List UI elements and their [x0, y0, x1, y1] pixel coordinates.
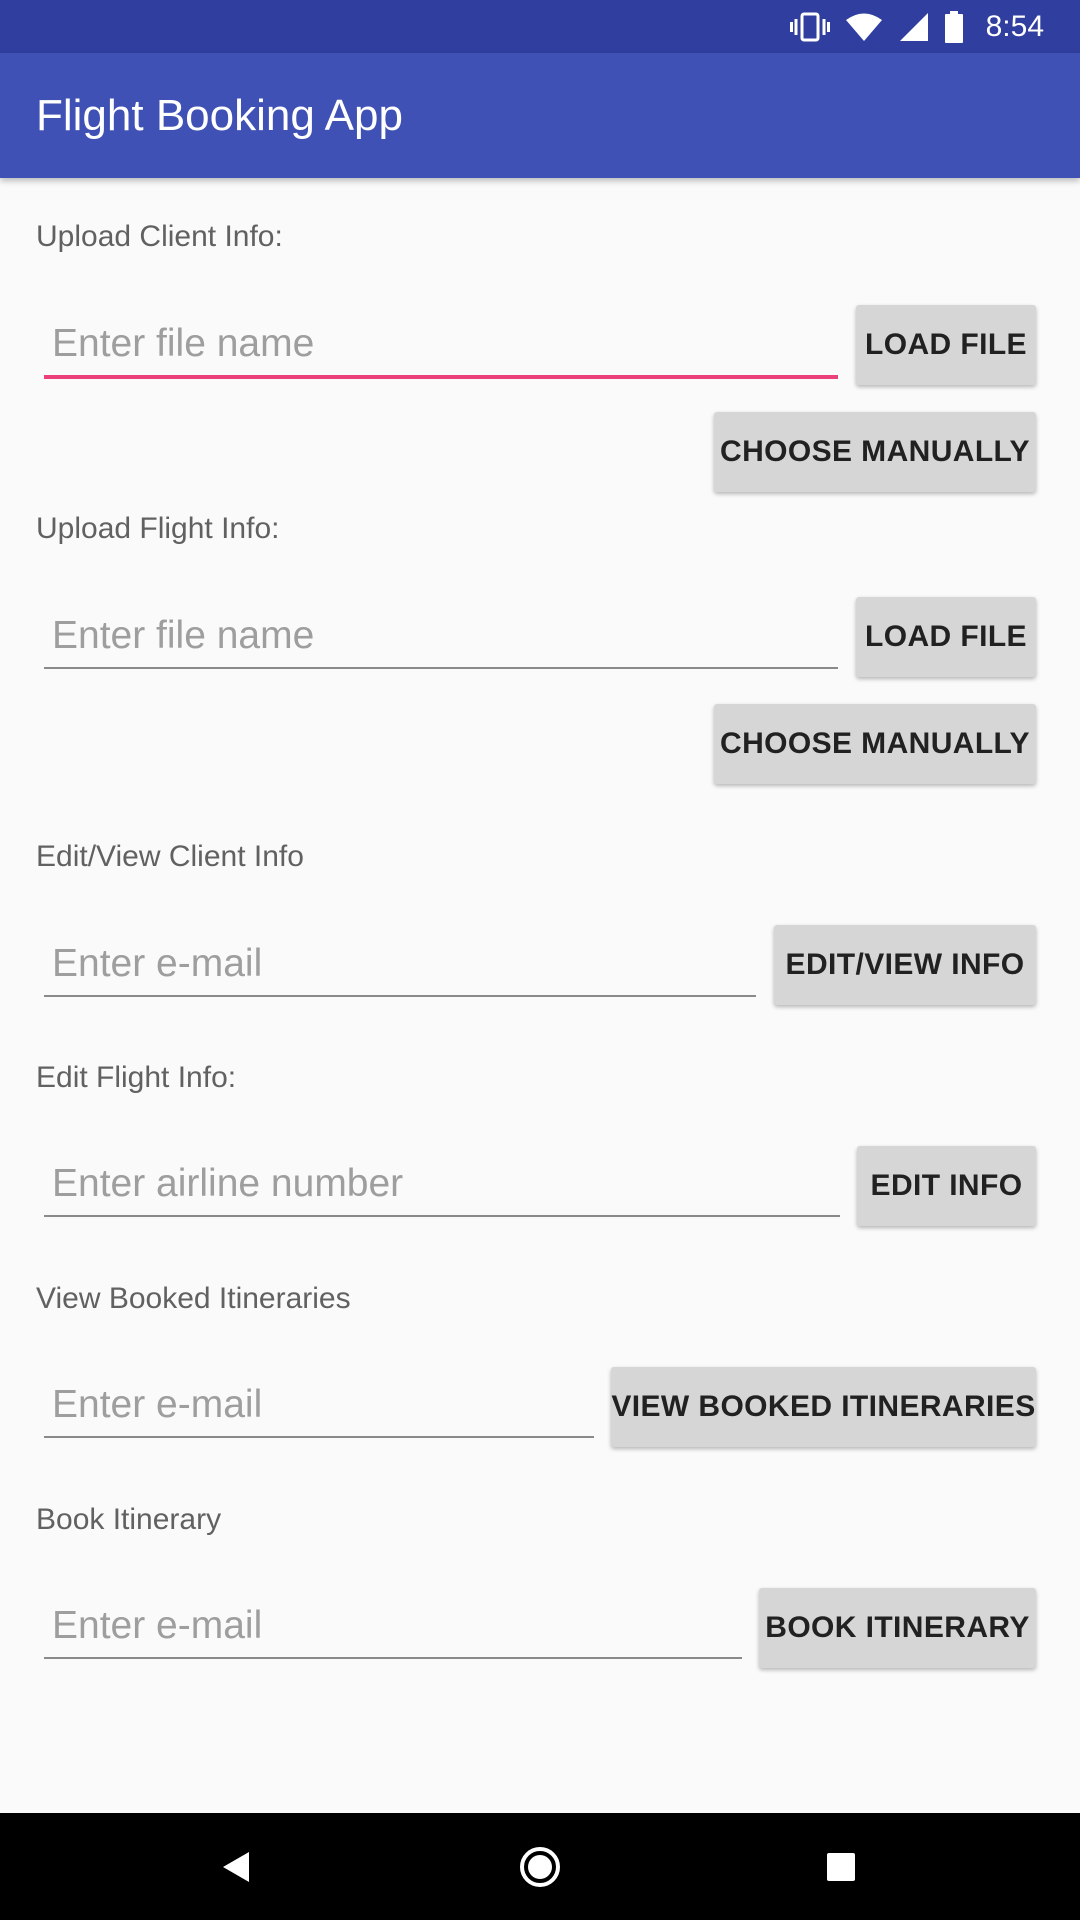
airline-number-field[interactable]	[44, 1155, 840, 1217]
back-icon	[223, 1851, 249, 1882]
home-icon	[520, 1846, 560, 1887]
load-flight-file-button[interactable]: LOAD FILE	[856, 597, 1036, 677]
wifi-icon	[845, 13, 882, 41]
flight-file-field[interactable]	[44, 607, 838, 669]
load-client-file-button[interactable]: LOAD FILE	[856, 305, 1036, 385]
recents-icon	[827, 1852, 855, 1881]
cell-signal-icon	[899, 12, 928, 41]
choose-flight-manually-button[interactable]: CHOOSE MANUALLY	[714, 704, 1036, 784]
client-file-input[interactable]	[52, 315, 830, 373]
choose-client-manually-button[interactable]: CHOOSE MANUALLY	[714, 412, 1036, 492]
view-booked-itineraries-button[interactable]: VIEW BOOKED ITINERARIES	[611, 1367, 1036, 1447]
edit-flight-label: Edit Flight Info:	[36, 1061, 237, 1094]
book-itinerary-button[interactable]: BOOK ITINERARY	[759, 1588, 1036, 1668]
airline-number-input[interactable]	[52, 1155, 832, 1213]
edit-flight-info-button[interactable]: EDIT INFO	[857, 1146, 1036, 1226]
flight-file-input[interactable]	[52, 607, 830, 665]
view-itineraries-label: View Booked Itineraries	[36, 1282, 351, 1315]
book-email-input[interactable]	[52, 1597, 734, 1655]
navigation-bar	[0, 1813, 1080, 1920]
home-button[interactable]	[480, 1813, 600, 1920]
vibrate-icon	[789, 12, 830, 41]
app-bar: Flight Booking App	[0, 53, 1080, 178]
status-time: 8:54	[985, 9, 1044, 43]
app-title: Flight Booking App	[36, 91, 403, 140]
back-button[interactable]	[176, 1813, 296, 1920]
book-itinerary-label: Book Itinerary	[36, 1503, 222, 1536]
edit-view-client-label: Edit/View Client Info	[36, 840, 304, 873]
status-bar: 8:54	[0, 0, 1080, 53]
edit-view-info-button[interactable]: EDIT/VIEW INFO	[774, 925, 1036, 1005]
client-file-field[interactable]	[44, 315, 838, 379]
client-email-field[interactable]	[44, 935, 756, 997]
status-icons: 8:54	[789, 0, 1044, 53]
upload-client-label: Upload Client Info:	[36, 220, 283, 253]
battery-icon	[944, 10, 963, 43]
itineraries-email-input[interactable]	[52, 1376, 586, 1434]
recents-button[interactable]	[781, 1813, 901, 1920]
client-email-input[interactable]	[52, 935, 748, 993]
book-email-field[interactable]	[44, 1597, 742, 1659]
upload-flight-label: Upload Flight Info:	[36, 512, 280, 545]
itineraries-email-field[interactable]	[44, 1376, 594, 1438]
